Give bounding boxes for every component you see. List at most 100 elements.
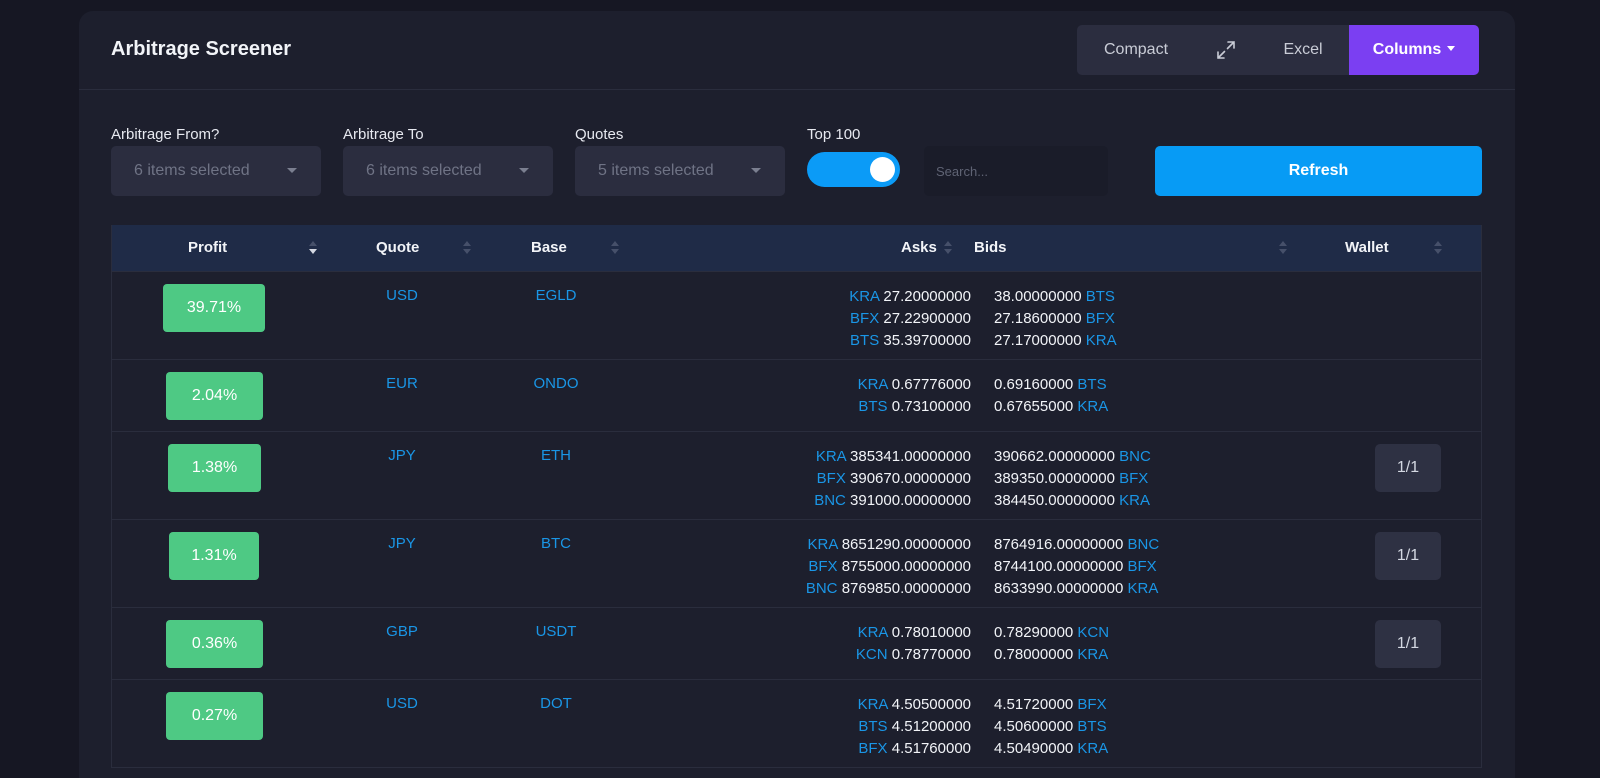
wallet-button[interactable]: 1/1 (1375, 532, 1441, 580)
table-row: 1.38% JPY ETH KRA 385341.00000000 BFX 39… (112, 431, 1481, 519)
bid-price: 0.69160000 (994, 376, 1074, 393)
ask-exchange[interactable]: KRA (849, 288, 879, 305)
bid-price: 0.67655000 (994, 398, 1074, 415)
ask-price: 4.50500000 (891, 696, 971, 713)
quote-link[interactable]: USD (352, 287, 452, 304)
quote-link[interactable]: GBP (352, 623, 452, 640)
chevron-down-icon (751, 168, 761, 173)
bid-exchange[interactable]: KCN (1077, 624, 1109, 641)
wallet-button[interactable]: 1/1 (1375, 444, 1441, 492)
quote-link[interactable]: JPY (352, 535, 452, 552)
column-header-asks[interactable]: Asks (901, 239, 937, 256)
bid-exchange[interactable]: BFX (1119, 470, 1148, 487)
compact-button[interactable]: Compact (1077, 25, 1195, 75)
base-link[interactable]: EGLD (506, 287, 606, 304)
table-row: 1.31% JPY BTC KRA 8651290.00000000 BFX 8… (112, 519, 1481, 607)
arbitrage-from-select[interactable]: 6 items selected (111, 146, 321, 196)
column-header-profit[interactable]: Profit (188, 239, 227, 256)
expand-icon (1217, 41, 1235, 59)
ask-exchange[interactable]: BTS (858, 398, 887, 415)
columns-dropdown-button[interactable]: Columns (1349, 25, 1479, 75)
ask-price: 0.67776000 (891, 376, 971, 393)
ask-price: 0.78770000 (891, 646, 971, 663)
toggle-knob (870, 157, 895, 182)
bid-exchange[interactable]: BFX (1086, 310, 1115, 327)
quote-link[interactable]: EUR (352, 375, 452, 392)
arbitrage-table: Profit Quote Base Asks Bids Wallet 39.71… (111, 225, 1482, 768)
ask-exchange[interactable]: BTS (850, 332, 879, 349)
table-row: 0.27% USD DOT KRA 4.50500000 BTS 4.51200… (112, 679, 1481, 767)
sort-icon[interactable] (309, 241, 317, 255)
sort-icon[interactable] (611, 241, 619, 255)
sort-icon[interactable] (1434, 241, 1442, 255)
profit-badge: 0.27% (166, 692, 263, 740)
ask-exchange[interactable]: KRA (858, 696, 888, 713)
ask-exchange[interactable]: BNC (806, 580, 838, 597)
bid-exchange[interactable]: KRA (1077, 398, 1108, 415)
column-header-wallet[interactable]: Wallet (1345, 239, 1389, 256)
ask-exchange[interactable]: KRA (808, 536, 838, 553)
chevron-down-icon (519, 168, 529, 173)
bid-exchange[interactable]: BTS (1077, 718, 1106, 735)
column-header-bids[interactable]: Bids (974, 239, 1007, 256)
base-link[interactable]: DOT (506, 695, 606, 712)
base-link[interactable]: ONDO (506, 375, 606, 392)
column-header-base[interactable]: Base (531, 239, 567, 256)
bids-cell: 38.00000000 BTS 27.18600000 BFX 27.17000… (994, 286, 1117, 352)
bid-price: 27.18600000 (994, 310, 1082, 327)
sort-icon[interactable] (463, 241, 471, 255)
bid-exchange[interactable]: KRA (1127, 580, 1158, 597)
bid-exchange[interactable]: BTS (1077, 376, 1106, 393)
quotes-value: 5 items selected (598, 162, 714, 179)
base-link[interactable]: ETH (506, 447, 606, 464)
refresh-button[interactable]: Refresh (1155, 146, 1482, 196)
bid-exchange[interactable]: KRA (1077, 646, 1108, 663)
quotes-label: Quotes (575, 126, 624, 143)
bid-price: 27.17000000 (994, 332, 1082, 349)
column-header-quote[interactable]: Quote (376, 239, 419, 256)
sort-icon[interactable] (1279, 241, 1287, 255)
bid-exchange[interactable]: KRA (1086, 332, 1117, 349)
bid-exchange[interactable]: BFX (1077, 696, 1106, 713)
fullscreen-button[interactable] (1195, 25, 1257, 75)
ask-exchange[interactable]: KRA (816, 448, 846, 465)
wallet-button[interactable]: 1/1 (1375, 620, 1441, 668)
bid-price: 4.50490000 (994, 740, 1074, 757)
ask-exchange[interactable]: KRA (858, 376, 888, 393)
ask-price: 27.22900000 (883, 310, 971, 327)
bid-exchange[interactable]: BTS (1086, 288, 1115, 305)
ask-exchange[interactable]: BFX (808, 558, 837, 575)
bids-cell: 8764916.00000000 BNC 8744100.00000000 BF… (994, 534, 1159, 600)
bid-exchange[interactable]: KRA (1119, 492, 1150, 509)
quotes-select[interactable]: 5 items selected (575, 146, 785, 196)
bid-exchange[interactable]: BFX (1127, 558, 1156, 575)
top-100-toggle[interactable] (807, 152, 900, 187)
ask-price: 8769850.00000000 (841, 580, 971, 597)
excel-export-button[interactable]: Excel (1257, 25, 1349, 75)
quote-link[interactable]: USD (352, 695, 452, 712)
ask-exchange[interactable]: BTS (858, 718, 887, 735)
arbitrage-to-select[interactable]: 6 items selected (343, 146, 553, 196)
bid-exchange[interactable]: BNC (1119, 448, 1151, 465)
bid-exchange[interactable]: BNC (1127, 536, 1159, 553)
ask-exchange[interactable]: KRA (858, 624, 888, 641)
base-link[interactable]: USDT (506, 623, 606, 640)
bid-price: 384450.00000000 (994, 492, 1115, 509)
sort-icon[interactable] (944, 241, 952, 255)
chevron-down-icon (287, 168, 297, 173)
ask-exchange[interactable]: BFX (858, 740, 887, 757)
table-header: Profit Quote Base Asks Bids Wallet (112, 225, 1481, 271)
bid-price: 0.78000000 (994, 646, 1074, 663)
toolbar-button-group: Compact Excel Columns (1077, 25, 1479, 75)
ask-price: 8755000.00000000 (841, 558, 971, 575)
quote-link[interactable]: JPY (352, 447, 452, 464)
base-link[interactable]: BTC (506, 535, 606, 552)
bid-price: 390662.00000000 (994, 448, 1115, 465)
ask-exchange[interactable]: BFX (850, 310, 879, 327)
ask-exchange[interactable]: KCN (856, 646, 888, 663)
ask-exchange[interactable]: BNC (814, 492, 846, 509)
search-input[interactable] (924, 146, 1108, 196)
ask-exchange[interactable]: BFX (817, 470, 846, 487)
bid-price: 8764916.00000000 (994, 536, 1124, 553)
bid-exchange[interactable]: KRA (1077, 740, 1108, 757)
